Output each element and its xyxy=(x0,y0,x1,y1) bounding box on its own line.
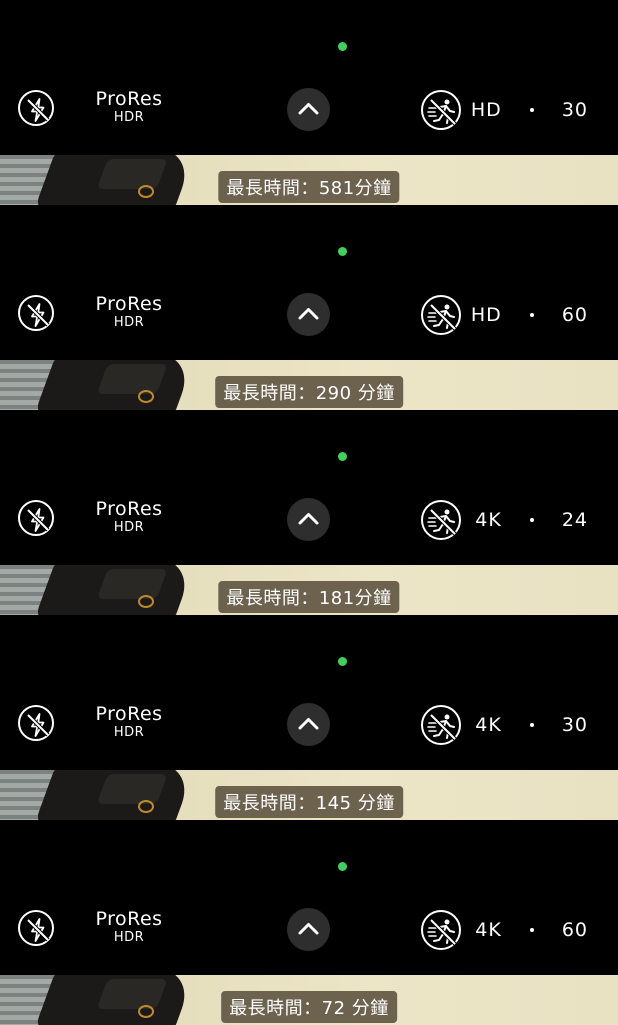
frame-rate-label: 60 xyxy=(561,919,588,941)
prores-label: ProRes xyxy=(95,703,163,725)
separator-dot xyxy=(529,723,534,727)
recording-indicator-dot xyxy=(338,42,347,51)
resolution-label: HD xyxy=(470,304,502,326)
frame-rate-label: 60 xyxy=(561,304,588,326)
video-format-selector[interactable]: HD 60 xyxy=(471,304,588,326)
max-duration-badge: 最長時間：181分鐘 xyxy=(218,581,400,613)
camera-viewfinder[interactable]: 最長時間：72 分鐘 xyxy=(0,975,618,1025)
prores-hdr-toggle[interactable]: ProRes HDR xyxy=(80,703,178,740)
flash-off-icon[interactable] xyxy=(18,295,54,331)
video-format-selector[interactable]: HD 30 xyxy=(471,99,588,121)
separator-dot xyxy=(529,108,534,112)
action-mode-off-icon[interactable] xyxy=(421,705,461,745)
resolution-label: 4K xyxy=(475,509,502,531)
prores-label: ProRes xyxy=(95,88,163,110)
frame-rate-label: 24 xyxy=(561,509,588,531)
hdr-label: HDR xyxy=(113,315,145,330)
viewfinder-bag-object xyxy=(33,360,197,410)
hdr-label: HDR xyxy=(113,725,145,740)
recording-indicator-dot xyxy=(338,657,347,666)
viewfinder-metal-ring xyxy=(138,595,154,608)
viewfinder-metal-ring xyxy=(138,185,154,198)
resolution-label: 4K xyxy=(475,919,502,941)
frame-rate-label: 30 xyxy=(561,714,588,736)
resolution-label: HD xyxy=(470,99,502,121)
camera-top-bar: ProRes HDR xyxy=(0,0,618,155)
video-format-selector[interactable]: 4K 30 xyxy=(475,714,588,736)
camera-top-bar: ProRes HDR xyxy=(0,205,618,360)
camera-viewfinder[interactable]: 最長時間：581分鐘 xyxy=(0,155,618,205)
frame-rate-label: 30 xyxy=(561,99,588,121)
max-duration-badge: 最長時間：72 分鐘 xyxy=(221,991,397,1023)
viewfinder-bag-object xyxy=(33,155,197,205)
prores-hdr-toggle[interactable]: ProRes HDR xyxy=(80,293,178,330)
prores-label: ProRes xyxy=(95,908,163,930)
separator-dot xyxy=(529,518,534,522)
action-mode-off-icon[interactable] xyxy=(421,500,461,540)
prores-hdr-toggle[interactable]: ProRes HDR xyxy=(80,498,178,535)
action-mode-off-icon[interactable] xyxy=(421,295,461,335)
camera-viewfinder[interactable]: 最長時間：145 分鐘 xyxy=(0,770,618,820)
separator-dot xyxy=(529,928,534,932)
max-duration-badge: 最長時間：145 分鐘 xyxy=(215,786,403,818)
viewfinder-bag-object xyxy=(33,975,197,1025)
chevron-up-icon[interactable] xyxy=(287,293,330,336)
max-duration-badge: 最長時間：581分鐘 xyxy=(218,171,400,203)
chevron-up-icon[interactable] xyxy=(287,88,330,131)
chevron-up-icon[interactable] xyxy=(287,498,330,541)
camera-viewfinder[interactable]: 最長時間：181分鐘 xyxy=(0,565,618,615)
video-format-selector[interactable]: 4K 24 xyxy=(475,509,588,531)
camera-top-bar: ProRes HDR xyxy=(0,615,618,770)
viewfinder-metal-ring xyxy=(138,390,154,403)
camera-top-bar: ProRes HDR xyxy=(0,410,618,565)
viewfinder-bag-object xyxy=(33,770,197,820)
camera-panel-1: ProRes HDR HD 30 最長時間：581分鐘 xyxy=(0,0,618,205)
camera-panel-5: ProRes HDR 4K 60 最長時間：72 分鐘 xyxy=(0,820,618,1025)
camera-panel-2: ProRes HDR HD 60 最長時間：290 分鐘 xyxy=(0,205,618,410)
prores-hdr-toggle[interactable]: ProRes HDR xyxy=(80,908,178,945)
camera-panel-3: ProRes HDR 4K 24 最長時間：181分鐘 xyxy=(0,410,618,615)
viewfinder-bag-object xyxy=(33,565,197,615)
flash-off-icon[interactable] xyxy=(18,910,54,946)
flash-off-icon[interactable] xyxy=(18,705,54,741)
prores-hdr-toggle[interactable]: ProRes HDR xyxy=(80,88,178,125)
resolution-label: 4K xyxy=(475,714,502,736)
action-mode-off-icon[interactable] xyxy=(421,90,461,130)
hdr-label: HDR xyxy=(113,110,145,125)
recording-indicator-dot xyxy=(338,247,347,256)
flash-off-icon[interactable] xyxy=(18,90,54,126)
camera-viewfinder[interactable]: 最長時間：290 分鐘 xyxy=(0,360,618,410)
camera-top-bar: ProRes HDR xyxy=(0,820,618,975)
chevron-up-icon[interactable] xyxy=(287,703,330,746)
flash-off-icon[interactable] xyxy=(18,500,54,536)
video-format-selector[interactable]: 4K 60 xyxy=(475,919,588,941)
viewfinder-metal-ring xyxy=(138,800,154,813)
viewfinder-metal-ring xyxy=(138,1005,154,1018)
hdr-label: HDR xyxy=(113,930,145,945)
action-mode-off-icon[interactable] xyxy=(421,910,461,950)
separator-dot xyxy=(529,313,534,317)
recording-indicator-dot xyxy=(338,452,347,461)
prores-label: ProRes xyxy=(95,293,163,315)
camera-panel-4: ProRes HDR 4K 30 最長時間：145 分鐘 xyxy=(0,615,618,820)
chevron-up-icon[interactable] xyxy=(287,908,330,951)
hdr-label: HDR xyxy=(113,520,145,535)
prores-label: ProRes xyxy=(95,498,163,520)
max-duration-badge: 最長時間：290 分鐘 xyxy=(215,376,403,408)
recording-indicator-dot xyxy=(338,862,347,871)
